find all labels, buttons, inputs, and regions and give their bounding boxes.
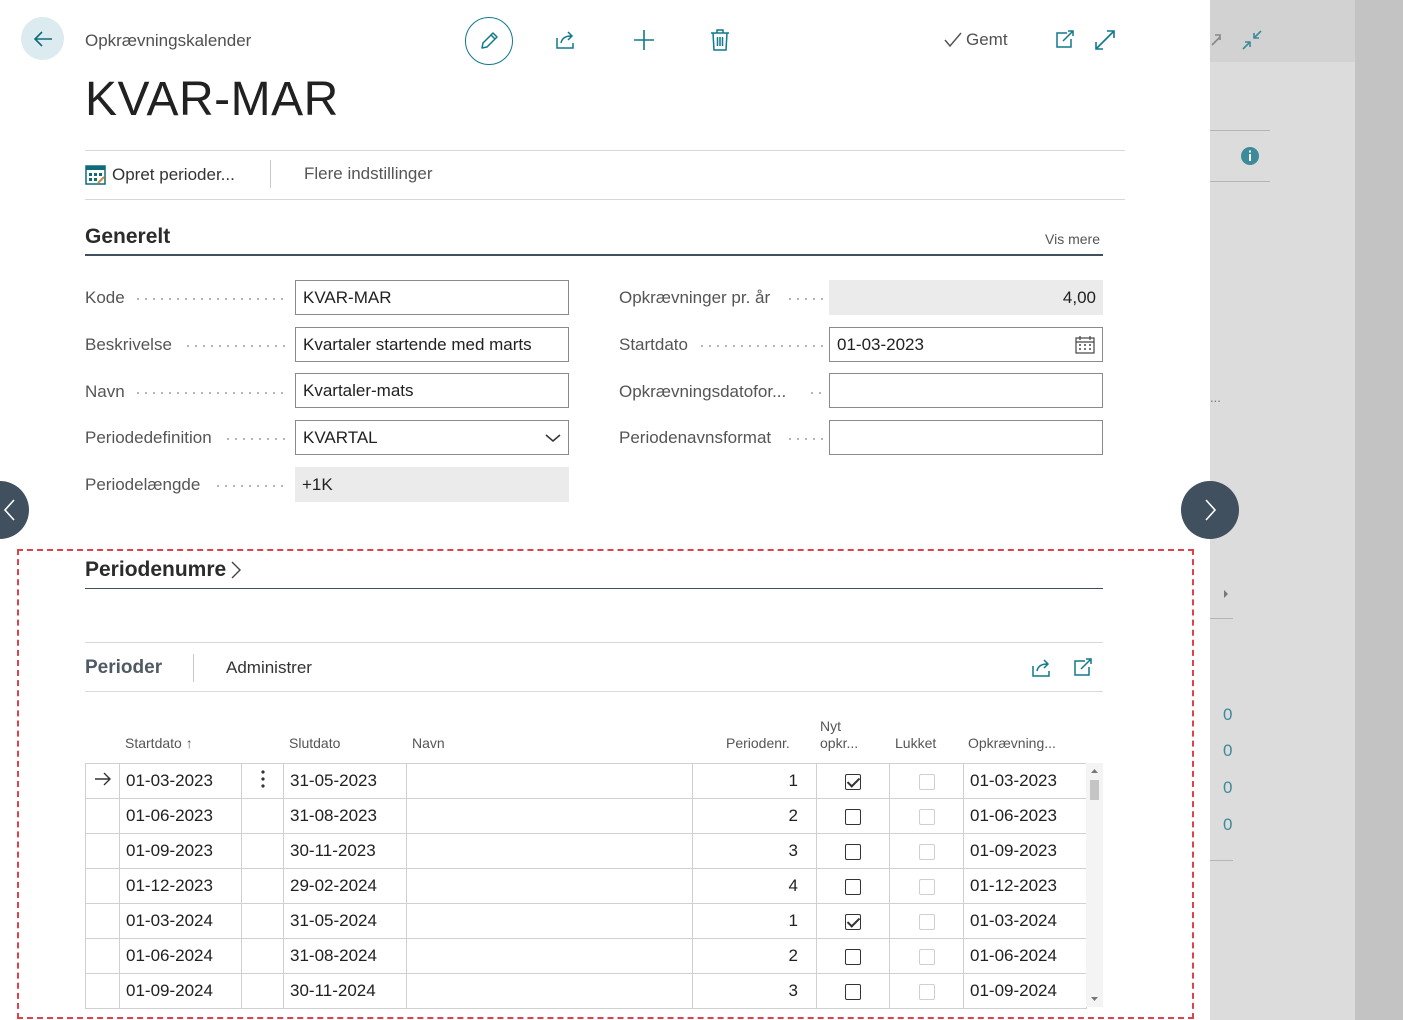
create-periods-action[interactable]: Opret perioder... [85, 164, 235, 185]
background-info-icon [1240, 146, 1260, 171]
show-more-link[interactable]: Vis mere [1045, 231, 1100, 247]
back-button[interactable] [21, 17, 64, 60]
periodenavnsformat-label: Periodenavnsformat [619, 428, 772, 447]
background-panel [1210, 62, 1355, 1020]
periodelaengde-label: Periodelængde [85, 475, 201, 494]
opkr-datoformat-input[interactable] [829, 373, 1103, 408]
divider [85, 150, 1125, 151]
breadcrumb: Opkrævningskalender [85, 31, 252, 50]
chevron-down-icon [545, 433, 561, 442]
label-leader [134, 298, 289, 300]
create-periods-label: Opret perioder... [112, 164, 235, 184]
periodenavnsformat-input[interactable] [829, 420, 1103, 455]
expand-icon [1095, 30, 1115, 50]
startdato-input[interactable]: 01-03-2023 [829, 327, 1103, 362]
label-leader [698, 345, 823, 347]
startdato-value: 01-03-2023 [837, 334, 924, 354]
share-button[interactable] [551, 25, 581, 55]
startdato-label: Startdato [619, 335, 688, 354]
calendar-icon[interactable] [1075, 335, 1095, 354]
divider [85, 199, 1125, 200]
checkmark-icon [944, 32, 962, 48]
label-leader [786, 438, 823, 440]
page-title: KVAR-MAR [85, 73, 339, 126]
label-leader [134, 392, 289, 394]
background-divider [1210, 860, 1233, 861]
highlight-box [17, 549, 1194, 1019]
new-button[interactable] [629, 25, 659, 55]
background-value: 0 [1223, 705, 1233, 724]
background-strip [1355, 0, 1403, 1020]
periodedefinition-value: KVARTAL [303, 427, 378, 447]
background-value: 0 [1223, 815, 1233, 834]
kode-input[interactable]: KVAR-MAR [295, 280, 569, 315]
edit-button[interactable] [465, 17, 513, 65]
open-new-window-icon [1056, 30, 1074, 48]
beskrivelse-input[interactable]: Kvartaler startende med marts [295, 327, 569, 362]
chevron-right-icon [1205, 499, 1217, 521]
divider [270, 160, 271, 188]
kode-label: Kode [85, 288, 125, 307]
background-truncated-text: ... [1210, 390, 1221, 405]
periodedefinition-label: Periodedefinition [85, 428, 212, 447]
section-underline [85, 254, 1103, 256]
arrow-left-icon [33, 30, 52, 47]
opkr-datoformat-label: Opkrævningsdatofor... [619, 382, 787, 401]
background-divider [1210, 618, 1233, 619]
chevron-left-icon [3, 499, 15, 521]
plus-icon [634, 30, 654, 50]
label-leader [184, 345, 289, 347]
beskrivelse-label: Beskrivelse [85, 335, 172, 354]
navn-label: Navn [85, 382, 125, 401]
calendar-create-icon [85, 165, 106, 185]
saved-label: Gemt [966, 30, 1008, 49]
saved-status: Gemt [943, 30, 1008, 50]
opkr-pr-aar-label: Opkrævninger pr. år [619, 288, 771, 307]
navn-input[interactable]: Kvartaler-mats [295, 373, 569, 408]
background-expand-icon [1210, 33, 1222, 52]
background-caret-icon [1222, 586, 1230, 604]
delete-button[interactable] [705, 25, 735, 55]
label-leader [786, 298, 823, 300]
background-divider [1210, 181, 1270, 182]
open-new-window-button[interactable] [1050, 25, 1080, 55]
background-value: 0 [1223, 778, 1233, 797]
general-section-heading[interactable]: Generelt [85, 225, 170, 249]
next-record-button[interactable] [1181, 481, 1239, 539]
label-leader [214, 485, 289, 487]
label-leader [808, 392, 823, 394]
expand-button[interactable] [1090, 25, 1120, 55]
pencil-icon [481, 32, 498, 49]
trash-icon [711, 29, 729, 51]
label-leader [224, 438, 289, 440]
more-settings-label: Flere indstillinger [304, 164, 433, 183]
background-divider [1210, 130, 1270, 131]
opkr-pr-aar-field: 4,00 [829, 280, 1103, 315]
background-collapse-icon [1240, 28, 1264, 57]
periodelaengde-field: +1K [295, 467, 569, 502]
periodedefinition-select[interactable]: KVARTAL [295, 420, 569, 455]
share-icon [556, 31, 574, 49]
more-settings-action[interactable]: Flere indstillinger [304, 164, 433, 184]
background-value: 0 [1223, 741, 1233, 760]
